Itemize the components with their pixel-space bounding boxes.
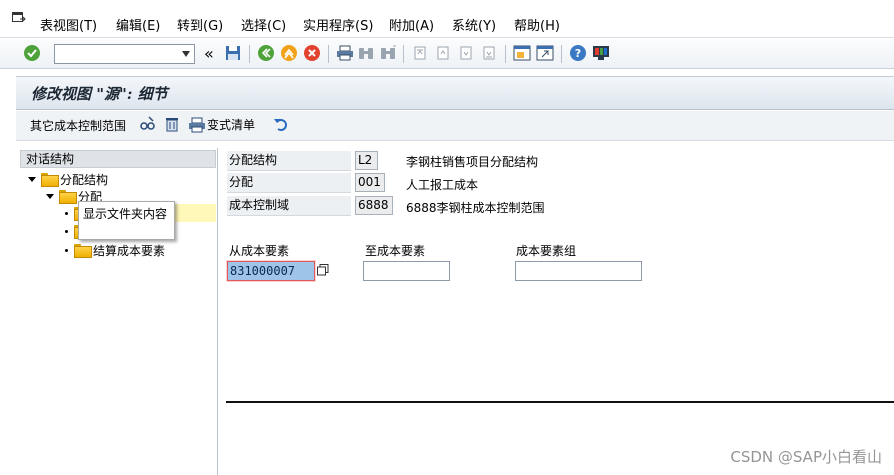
from-cost-element-input[interactable] [228,262,314,280]
controlling-area-value: 6888 [355,196,393,215]
customize-layout-icon[interactable] [591,43,611,63]
print-icon[interactable] [335,43,355,63]
page-title: 修改视图 "源": 细节 [31,85,168,103]
to-cost-element-label: 至成本要素 [365,244,426,258]
divider [226,401,894,403]
cancel-icon[interactable] [302,43,322,63]
bullet-icon [65,211,68,215]
controlling-area-desc: 6888李钢柱成本控制范围 [406,201,545,215]
controlling-area-label: 成本控制域 [227,196,351,216]
first-page-icon[interactable] [410,43,430,63]
menu-selection[interactable]: 选择(C) [241,15,286,34]
watermark: CSDN @SAP小白看山 [730,448,882,466]
svg-text:?: ? [575,47,581,60]
find-next-icon[interactable] [378,43,398,63]
menu-help[interactable]: 帮助(H) [514,15,560,34]
undo-icon[interactable] [273,116,289,132]
tree-item-settlement-cost-element[interactable]: 结算成本要素 [63,242,165,258]
allocation-label: 分配 [227,173,351,193]
bullet-icon [65,229,68,233]
new-session-icon[interactable] [512,43,532,63]
alloc-structure-desc: 李钢柱销售项目分配结构 [406,155,539,169]
toolbar-separator [249,45,250,63]
help-icon[interactable]: ? [568,43,588,63]
toolbar-separator [328,45,329,63]
dialog-structure-pane: 对话结构 分配结构 分配 结算成本要素 显示文件夹内容 [20,148,218,475]
command-input[interactable] [55,45,175,63]
next-page-icon[interactable] [456,43,476,63]
alloc-structure-label: 分配结构 [227,151,351,171]
allocation-desc: 人工报工成本 [406,178,479,192]
bullet-icon [65,248,68,252]
other-controlling-area-button[interactable]: 其它成本控制范围 [30,117,126,134]
toolbar-separator [505,45,506,63]
menu-edit[interactable]: 编辑(E) [116,15,160,34]
menu-extras[interactable]: 附加(A) [389,15,434,34]
change-log-button[interactable]: 变式清单 [188,116,255,133]
menu-table-view[interactable]: 表视图(T) [40,15,97,34]
toolbar-separator [403,45,404,63]
exit-icon[interactable] [279,43,299,63]
tree-item-label: 结算成本要素 [93,243,166,258]
from-cost-element-field[interactable] [227,261,315,281]
expand-arrow-icon[interactable] [28,176,36,182]
back-icon[interactable] [256,43,276,63]
tree-header: 对话结构 [20,150,216,168]
tooltip: 显示文件夹内容 [78,201,175,240]
to-cost-element-field[interactable] [363,261,450,281]
shortcut-icon[interactable] [535,43,555,63]
system-menu-icon[interactable] [12,12,26,24]
last-page-icon[interactable] [479,43,499,63]
expand-arrow-icon[interactable] [46,193,54,199]
delete-trash-icon[interactable] [164,116,180,132]
cost-element-group-input[interactable] [516,262,641,280]
tree-item-allocation-structure[interactable]: 分配结构 [28,171,108,187]
enter-check-icon[interactable] [22,43,42,63]
alloc-structure-value: L2 [355,151,378,170]
menu-system[interactable]: 系统(Y) [452,15,496,34]
screen-title-bar: 修改视图 "源": 细节 [16,76,894,110]
to-cost-element-input[interactable] [364,262,449,280]
toolbar-separator [561,45,562,63]
folder-icon [74,244,92,258]
tree-selected-row [172,204,216,222]
command-dropdown-icon[interactable] [182,51,190,57]
command-field[interactable] [54,44,195,64]
menu-utilities[interactable]: 实用程序(S) [303,15,373,34]
tree-item-label: 分配结构 [60,172,109,187]
cost-element-group-field[interactable] [515,261,642,281]
change-log-label: 变式清单 [207,118,256,132]
find-icon[interactable] [356,43,376,63]
cost-element-group-label: 成本要素组 [516,244,577,258]
folder-icon [41,173,59,187]
folder-icon [59,190,77,204]
multiple-selection-icon[interactable] [317,264,329,279]
menu-bar: 表视图(T) 编辑(E) 转到(G) 选择(C) 实用程序(S) 附加(A) 系… [0,0,894,38]
prev-page-icon[interactable] [433,43,453,63]
application-toolbar: 其它成本控制范围 变式清单 [16,111,894,141]
collapse-command-icon[interactable]: « [204,44,214,63]
allocation-value: 001 [355,173,385,192]
standard-toolbar: « ? [0,39,894,69]
from-cost-element-label: 从成本要素 [229,244,290,258]
menu-goto[interactable]: 转到(G) [177,15,223,34]
edit-glasses-icon[interactable] [140,116,156,132]
print-list-icon [189,117,205,132]
save-icon[interactable] [223,43,243,63]
